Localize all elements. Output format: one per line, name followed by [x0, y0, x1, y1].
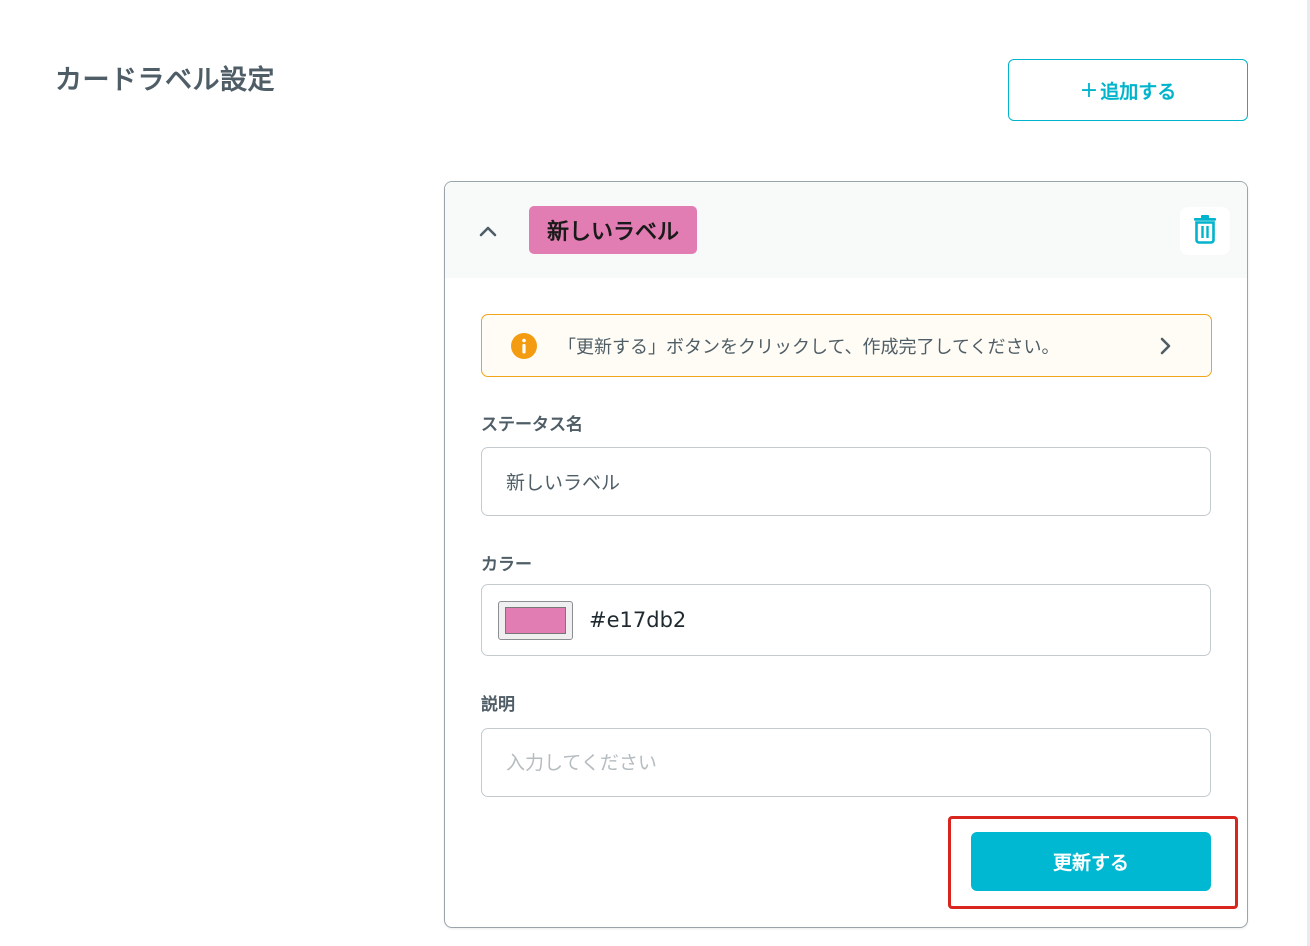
label-card: 新しいラベル 「更新する」ボタンをクリックして、作成完了してください。 ステータ… — [444, 181, 1248, 928]
status-name-label: ステータス名 — [481, 415, 583, 435]
info-icon — [510, 332, 538, 360]
description-input[interactable] — [481, 728, 1211, 797]
color-swatch-fill — [505, 606, 566, 634]
add-button-label: 追加する — [1100, 80, 1177, 103]
description-label: 説明 — [481, 695, 515, 715]
label-preview-chip: 新しいラベル — [529, 206, 698, 254]
add-label-button[interactable]: + 追加する — [1008, 59, 1248, 121]
color-picker-swatch[interactable] — [498, 600, 573, 640]
card-header: 新しいラベル — [445, 182, 1247, 278]
plus-icon: + — [1079, 77, 1099, 103]
color-field[interactable]: #e17db2 — [481, 584, 1211, 656]
update-button[interactable]: 更新する — [971, 832, 1211, 891]
chevron-up-icon[interactable] — [477, 220, 499, 242]
status-name-input[interactable] — [481, 447, 1211, 516]
trash-icon — [1192, 214, 1218, 248]
color-hex-value[interactable]: #e17db2 — [589, 608, 686, 632]
delete-label-button[interactable] — [1180, 207, 1230, 255]
color-label: カラー — [481, 555, 532, 575]
notice-text: 「更新する」ボタンをクリックして、作成完了してください。 — [558, 336, 1060, 358]
update-notice[interactable]: 「更新する」ボタンをクリックして、作成完了してください。 — [481, 314, 1212, 377]
page-title: カードラベル設定 — [55, 65, 275, 96]
page: カードラベル設定 + 追加する 新しいラベル 「更新する」ボタンをクリックして、… — [0, 0, 1310, 946]
chevron-right-icon — [1155, 336, 1175, 356]
